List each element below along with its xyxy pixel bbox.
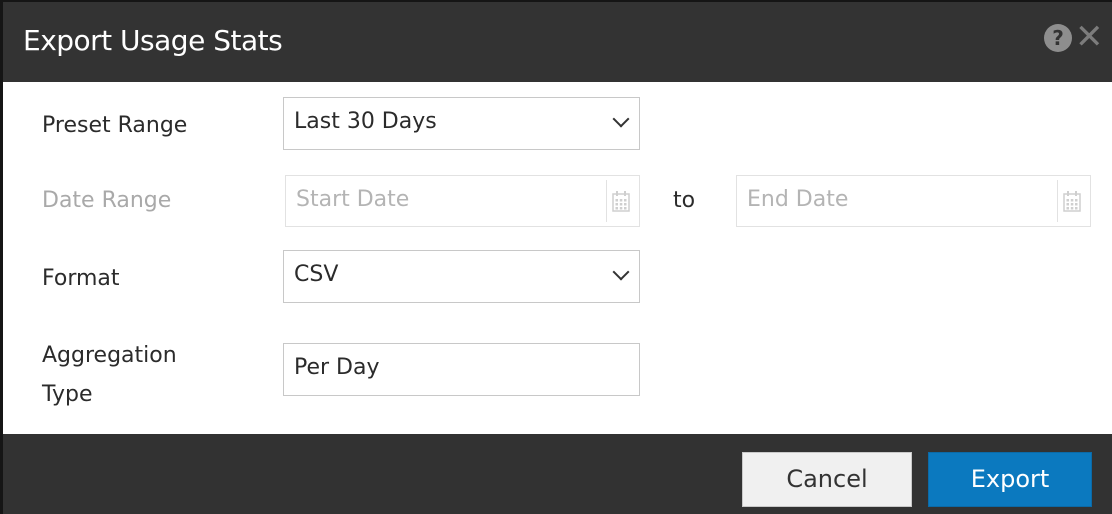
export-usage-stats-dialog: Export Usage Stats ? ✕ Preset Range Last… (0, 0, 1112, 514)
aggregation-type-value: Per Day (294, 355, 380, 380)
close-icon[interactable]: ✕ (1075, 19, 1111, 55)
dialog-body: Preset Range Last 30 Days Date Range Sta… (3, 82, 1112, 434)
preset-range-label: Preset Range (42, 113, 188, 138)
aggregation-type-label-line1: Aggregation (42, 343, 177, 368)
calendar-icon[interactable] (1057, 180, 1086, 222)
format-label: Format (42, 266, 120, 291)
start-date-field[interactable]: Start Date (285, 175, 640, 227)
preset-range-value: Last 30 Days (294, 109, 437, 134)
date-range-label: Date Range (42, 188, 172, 213)
chevron-down-icon (612, 263, 630, 281)
format-select[interactable]: CSV (283, 250, 640, 303)
format-value: CSV (294, 262, 339, 287)
end-date-placeholder: End Date (747, 187, 849, 212)
question-circle-icon[interactable]: ? (1044, 24, 1072, 52)
aggregation-type-label-line2: Type (42, 382, 93, 407)
chevron-down-icon (612, 110, 630, 128)
dialog-title: Export Usage Stats (23, 24, 283, 57)
aggregation-type-field[interactable]: Per Day (283, 343, 640, 396)
export-button[interactable]: Export (928, 452, 1092, 507)
preset-range-select[interactable]: Last 30 Days (283, 97, 640, 150)
end-date-field[interactable]: End Date (736, 175, 1091, 227)
dialog-titlebar: Export Usage Stats ? ✕ (3, 2, 1112, 82)
cancel-button[interactable]: Cancel (742, 452, 912, 507)
start-date-placeholder: Start Date (296, 187, 410, 212)
calendar-icon[interactable] (606, 180, 635, 222)
date-range-separator: to (673, 188, 696, 213)
